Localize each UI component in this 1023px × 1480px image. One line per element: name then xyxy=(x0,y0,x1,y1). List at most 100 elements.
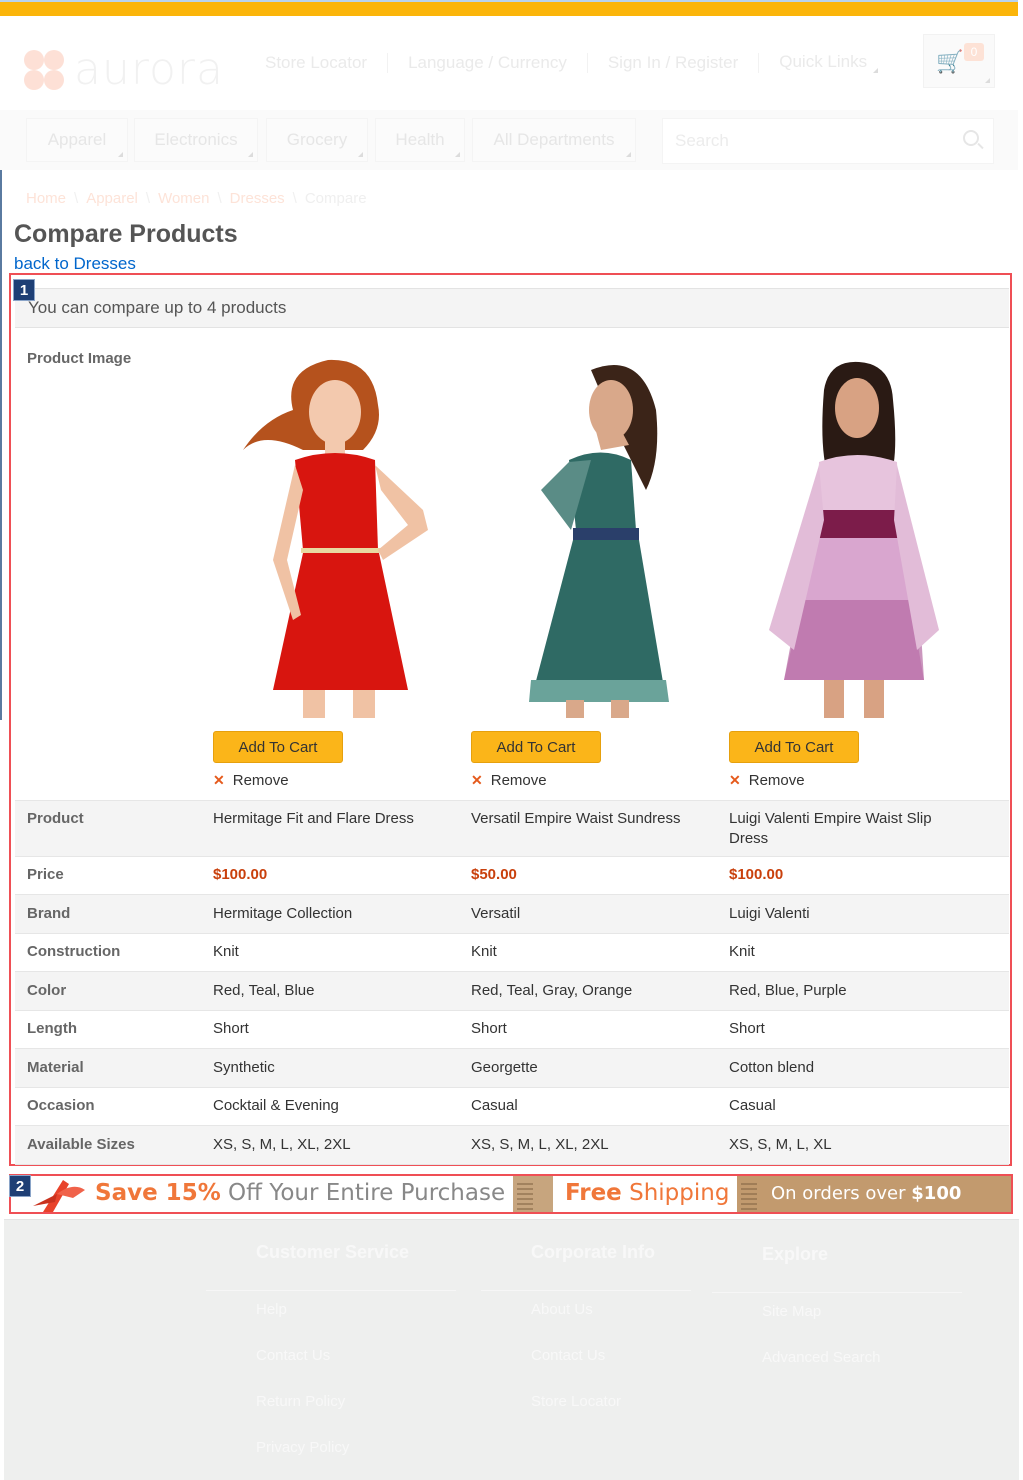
table-cell: Red, Blue, Purple xyxy=(729,982,847,999)
dept-label: All Departments xyxy=(493,130,615,149)
page-title: Compare Products xyxy=(14,220,238,248)
dropdown-corner-icon xyxy=(626,152,631,157)
cart-count-badge: 0 xyxy=(964,43,984,61)
remove-link-2[interactable]: ✕ Remove xyxy=(471,772,547,789)
remove-link-1[interactable]: ✕ Remove xyxy=(213,772,289,789)
table-cell: Versatil xyxy=(471,905,521,922)
footer-link-site-map[interactable]: Site Map xyxy=(762,1303,880,1349)
footer-link-help[interactable]: Help xyxy=(256,1301,409,1347)
compare-region-highlight: You can compare up to 4 products Product… xyxy=(9,273,1012,1166)
search-icon[interactable] xyxy=(963,130,979,146)
store-locator-link[interactable]: Store Locator xyxy=(265,52,389,73)
dept-grocery[interactable]: Grocery xyxy=(266,118,368,162)
breadcrumb-current: Compare xyxy=(304,190,367,207)
region-number-badge: 2 xyxy=(9,1175,31,1197)
quick-links-menu[interactable]: Quick Links xyxy=(779,52,898,73)
footer-link-advanced-search[interactable]: Advanced Search xyxy=(762,1349,880,1395)
free-bold: Free xyxy=(565,1180,622,1206)
footer-column-title: Customer Service xyxy=(256,1242,410,1262)
footer-link-return-policy[interactable]: Return Policy xyxy=(256,1393,409,1439)
footer-link-privacy-policy[interactable]: Privacy Policy xyxy=(256,1439,409,1480)
logo[interactable]: aurora xyxy=(24,44,224,95)
breadcrumb-home[interactable]: Home xyxy=(26,190,66,207)
orders-text: On orders over xyxy=(771,1183,912,1204)
site-header: aurora Store Locator Language / Currency… xyxy=(0,16,1018,110)
orders-amount: $100 xyxy=(911,1183,962,1204)
table-cell: XS, S, M, L, XL xyxy=(729,1136,832,1153)
footer-link-contact-us[interactable]: Contact Us xyxy=(531,1347,655,1393)
free-shipping-text: Free Shipping xyxy=(565,1180,729,1206)
footer-link-about-us[interactable]: About Us xyxy=(531,1301,655,1347)
table-cell: XS, S, M, L, XL, 2XL xyxy=(213,1136,351,1153)
add-to-cart-button-1[interactable]: Add To Cart xyxy=(213,731,343,763)
footer-link-store-locator[interactable]: Store Locator xyxy=(531,1393,655,1439)
table-cell: Red, Teal, Blue xyxy=(213,982,315,999)
dept-apparel[interactable]: Apparel xyxy=(26,118,128,162)
footer-link-contact-us[interactable]: Contact Us xyxy=(256,1347,409,1393)
row-label: Product Image xyxy=(27,350,132,367)
price-1: $100.00 xyxy=(213,866,268,883)
remove-x-icon: ✕ xyxy=(471,772,483,788)
breadcrumb-apparel[interactable]: Apparel xyxy=(86,190,138,207)
dept-health[interactable]: Health xyxy=(375,118,465,162)
language-currency-link[interactable]: Language / Currency xyxy=(408,52,588,73)
table-cell: Short xyxy=(729,1020,765,1037)
product-name-3[interactable]: Luigi Valenti Empire Waist Slip Dress xyxy=(729,809,987,856)
row-label: Length xyxy=(27,1020,77,1037)
search-input[interactable] xyxy=(663,119,933,163)
sign-in-register-link[interactable]: Sign In / Register xyxy=(608,52,760,73)
table-cell: Short xyxy=(213,1020,249,1037)
dept-electronics[interactable]: Electronics xyxy=(134,118,258,162)
table-cell: Cotton blend xyxy=(729,1059,815,1076)
save-promo: Save 15% Off Your Entire Purchase xyxy=(11,1176,513,1212)
footer-divider xyxy=(712,1292,962,1293)
quick-links-label: Quick Links xyxy=(779,52,868,71)
table-row-construction: Construction Knit Knit Knit xyxy=(15,934,1009,972)
table-row-material: Material Synthetic Georgette Cotton blen… xyxy=(15,1049,1009,1088)
product-name-1[interactable]: Hermitage Fit and Flare Dress xyxy=(213,809,471,856)
table-cell: Synthetic xyxy=(213,1059,275,1076)
footer-column-title: Corporate Info xyxy=(531,1242,655,1262)
add-to-cart-button-2[interactable]: Add To Cart xyxy=(471,731,601,763)
breadcrumb-separator: \ xyxy=(217,190,222,207)
table-cell: Luigi Valenti xyxy=(729,905,810,922)
product-name-2[interactable]: Versatil Empire Waist Sundress xyxy=(471,809,729,856)
remove-x-icon: ✕ xyxy=(729,772,741,788)
breadcrumb-separator: \ xyxy=(292,190,297,207)
top-accent-bar xyxy=(0,0,1018,16)
product-column: Add To Cart ✕ Remove xyxy=(471,328,729,800)
dropdown-corner-icon xyxy=(985,78,990,83)
add-to-cart-button-3[interactable]: Add To Cart xyxy=(729,731,859,763)
table-row-available-sizes: Available Sizes XS, S, M, L, XL, 2XL XS,… xyxy=(15,1126,1009,1165)
product-image-1[interactable] xyxy=(223,350,453,718)
back-to-dresses-link[interactable]: back to Dresses xyxy=(14,254,136,274)
price-3: $100.00 xyxy=(729,866,784,883)
product-column: Add To Cart ✕ Remove xyxy=(729,328,987,800)
table-cell: Georgette xyxy=(471,1059,538,1076)
gift-ribbon-icon xyxy=(33,1180,85,1212)
product-image-2[interactable] xyxy=(481,350,711,718)
remove-label: Remove xyxy=(232,772,289,789)
dept-label: Grocery xyxy=(286,130,348,149)
row-label: Available Sizes xyxy=(27,1136,135,1153)
table-cell: Knit xyxy=(471,943,497,960)
breadcrumb: Home \ Apparel \ Women \ Dresses \ Compa… xyxy=(26,190,367,207)
table-cell: Knit xyxy=(729,943,755,960)
product-image-row: Product Image Add To Cart ✕ Remove Add T… xyxy=(15,328,1009,801)
product-column: Add To Cart ✕ Remove xyxy=(213,328,471,800)
dept-label: Electronics xyxy=(154,130,238,149)
breadcrumb-women[interactable]: Women xyxy=(158,190,209,207)
promo-banner[interactable]: Save 15% Off Your Entire Purchase Free S… xyxy=(9,1174,1013,1214)
row-label: Brand xyxy=(27,905,71,922)
cart-button[interactable]: 🛒 0 xyxy=(923,34,995,88)
breadcrumb-separator: \ xyxy=(145,190,151,207)
table-row-price: Price $100.00 $50.00 $100.00 xyxy=(15,857,1009,895)
breadcrumb-dresses[interactable]: Dresses xyxy=(230,190,285,207)
table-cell: XS, S, M, L, XL, 2XL xyxy=(471,1136,609,1153)
row-label: Occasion xyxy=(27,1097,95,1114)
table-cell: Casual xyxy=(729,1097,776,1114)
remove-link-3[interactable]: ✕ Remove xyxy=(729,772,805,789)
table-cell: Casual xyxy=(471,1097,518,1114)
product-image-3[interactable] xyxy=(739,350,969,718)
dept-all-departments[interactable]: All Departments xyxy=(472,118,636,162)
